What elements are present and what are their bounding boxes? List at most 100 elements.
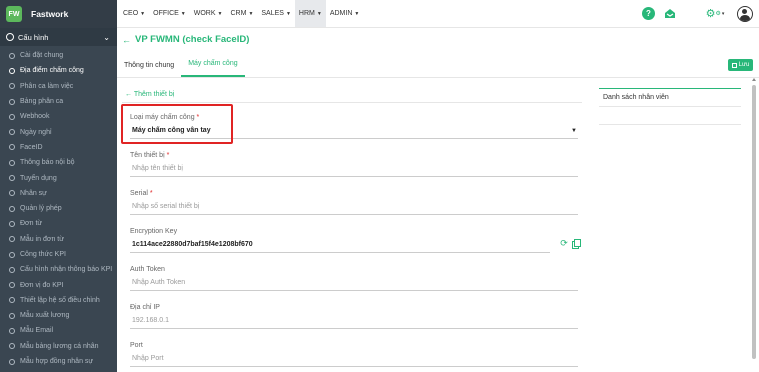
- sidebar-item[interactable]: Nhân sự: [0, 186, 117, 201]
- nav-item-label: CRM: [230, 10, 247, 17]
- port-input[interactable]: Nhập Port: [130, 351, 578, 367]
- sidebar-item[interactable]: Phân ca làm việc: [0, 79, 117, 94]
- sidebar-item[interactable]: Thiết lập hệ số điều chỉnh: [0, 293, 117, 308]
- nav-item-label: HRM: [298, 10, 315, 17]
- sidebar-item-label: FaceID: [20, 143, 43, 151]
- auth-token-field: Auth Token Nhập Auth Token: [130, 266, 578, 291]
- sidebar-item[interactable]: Cấu hình nhận thông báo KPI: [0, 262, 117, 277]
- encryption-key-label: Encryption Key: [130, 228, 178, 235]
- sidebar-item-label: Mẫu Email: [20, 327, 54, 335]
- circle-icon: [9, 52, 15, 59]
- brand-name: Fastwork: [31, 9, 69, 19]
- nav-item[interactable]: CEO ▼: [119, 0, 149, 27]
- sidebar-section-config[interactable]: Cấu hình ⌄: [0, 28, 117, 46]
- tab[interactable]: Máy chấm công: [181, 52, 245, 77]
- refresh-icon[interactable]: ⟳: [560, 238, 568, 248]
- apps-grid-icon[interactable]: [685, 8, 696, 19]
- sidebar-item[interactable]: Quản lý phép: [0, 201, 117, 216]
- sidebar-item[interactable]: Tuyển dụng: [0, 170, 117, 185]
- sidebar-item[interactable]: Đơn từ: [0, 216, 117, 231]
- fastwork-logo-icon: FW: [6, 6, 22, 22]
- serial-label: Serial *: [130, 190, 153, 197]
- nav-item[interactable]: SALES ▼: [257, 0, 295, 27]
- page-title[interactable]: ← VP FWMN (check FaceID): [122, 34, 249, 45]
- user-avatar-icon[interactable]: [737, 5, 753, 22]
- sidebar-item[interactable]: Công thức KPI: [0, 247, 117, 262]
- sidebar-item[interactable]: Cài đặt chung: [0, 48, 117, 63]
- caret-down-icon: ▼: [316, 10, 322, 17]
- sidebar-item-label: Quản lý phép: [20, 205, 62, 213]
- nav-item-label: ADMIN: [329, 10, 353, 17]
- circle-icon: [9, 83, 15, 90]
- sidebar-item[interactable]: FaceID: [0, 140, 117, 155]
- add-device-link[interactable]: ← Thêm thiết bị: [125, 91, 174, 98]
- inbox-icon[interactable]: [664, 8, 676, 19]
- sidebar-item[interactable]: Đơn vị đo KPI: [0, 277, 117, 292]
- serial-input[interactable]: Nhập số serial thiết bị: [130, 199, 578, 215]
- gear-icon: [6, 33, 14, 41]
- scrollbar-thumb[interactable]: [752, 85, 756, 359]
- circle-icon: [9, 144, 15, 151]
- brand-bar[interactable]: FW Fastwork: [0, 0, 117, 28]
- circle-icon: [9, 67, 15, 74]
- sidebar-item[interactable]: Mẫu Email: [0, 323, 117, 338]
- circle-icon: [9, 113, 15, 120]
- sidebar-item[interactable]: Mẫu bảng lương cá nhân: [0, 339, 117, 354]
- nav-item[interactable]: ADMIN ▼: [326, 0, 364, 27]
- sidebar-item-label: Công thức KPI: [20, 251, 66, 258]
- sidebar-item[interactable]: Mẫu in đơn từ: [0, 232, 117, 247]
- sidebar-item-label: Tuyển dụng: [20, 174, 57, 182]
- nav-item[interactable]: OFFICE ▼: [149, 0, 190, 27]
- auth-token-input[interactable]: Nhập Auth Token: [130, 275, 578, 291]
- dropdown-arrow-icon: ▼: [571, 127, 577, 134]
- nav-item[interactable]: HRM ▼: [294, 0, 326, 27]
- sidebar-item[interactable]: Bảng phân ca: [0, 94, 117, 109]
- chevron-down-icon: ⌄: [103, 32, 110, 42]
- scroll-up-icon[interactable]: [752, 78, 756, 81]
- sidebar-item-label: Đơn vị đo KPI: [20, 281, 64, 289]
- sidebar-item-label: Ngày nghỉ: [20, 128, 52, 136]
- sidebar-item-label: Mẫu xuất lương: [20, 312, 70, 320]
- sidebar-item[interactable]: Thông báo nội bộ: [0, 155, 117, 170]
- encryption-key-input[interactable]: 1c114ace22880d7baf15f4e1208bf670: [130, 237, 550, 253]
- sidebar-item[interactable]: Địa điểm chấm công: [0, 63, 117, 78]
- nav-item-label: SALES: [261, 10, 284, 17]
- circle-icon: [9, 236, 15, 243]
- main-content: ← VP FWMN (check FaceID) Thông tin chung…: [117, 28, 759, 372]
- settings-icon[interactable]: ⚙ ⚙ ▾: [706, 8, 725, 20]
- divider: [122, 102, 582, 103]
- sidebar-item[interactable]: Webhook: [0, 109, 117, 124]
- circle-icon: [9, 282, 15, 289]
- top-nav-menu: CEO ▼ OFFICE ▼ WORK ▼ CRM ▼ SALES ▼ HRM ▼ ADMIN ▼: [117, 0, 363, 27]
- circle-icon: [9, 327, 15, 334]
- save-icon: [731, 62, 737, 68]
- copy-icon[interactable]: [572, 239, 581, 249]
- sidebar-item-label: Bảng phân ca: [20, 98, 64, 106]
- back-arrow-icon: ←: [125, 91, 132, 98]
- auth-token-label: Auth Token: [130, 266, 165, 273]
- tabs: Thông tin chung Máy chấm công: [117, 53, 759, 78]
- save-label: Lưu: [738, 62, 750, 68]
- scrollbar[interactable]: [751, 78, 757, 372]
- device-name-input[interactable]: Nhập tên thiết bị: [130, 161, 578, 177]
- circle-icon: [9, 129, 15, 136]
- sidebar-item[interactable]: Ngày nghỉ: [0, 124, 117, 139]
- circle-icon: [9, 205, 15, 212]
- ip-address-input[interactable]: 192.168.0.1: [130, 313, 578, 329]
- caret-down-icon: ▼: [285, 10, 291, 17]
- nav-item[interactable]: WORK ▼: [190, 0, 227, 27]
- help-icon[interactable]: ?: [642, 7, 655, 20]
- back-arrow-icon[interactable]: ←: [122, 35, 131, 45]
- sidebar-item[interactable]: Mẫu xuất lương: [0, 308, 117, 323]
- ip-address-field: Địa chỉ IP 192.168.0.1: [130, 304, 578, 329]
- nav-item-label: OFFICE: [153, 10, 179, 17]
- nav-item[interactable]: CRM ▼: [226, 0, 257, 27]
- sidebar-item-label: Mẫu in đơn từ: [20, 235, 64, 243]
- save-button[interactable]: Lưu: [728, 59, 753, 71]
- sidebar-item[interactable]: Mẫu hợp đồng nhân sự: [0, 354, 117, 369]
- circle-icon: [9, 358, 15, 365]
- circle-icon: [9, 190, 15, 197]
- caret-down-icon: ▼: [217, 10, 223, 17]
- tab[interactable]: Thông tin chung: [117, 52, 181, 77]
- sidebar: FW Fastwork Cấu hình ⌄ Cài đặt chung Địa …: [0, 0, 117, 372]
